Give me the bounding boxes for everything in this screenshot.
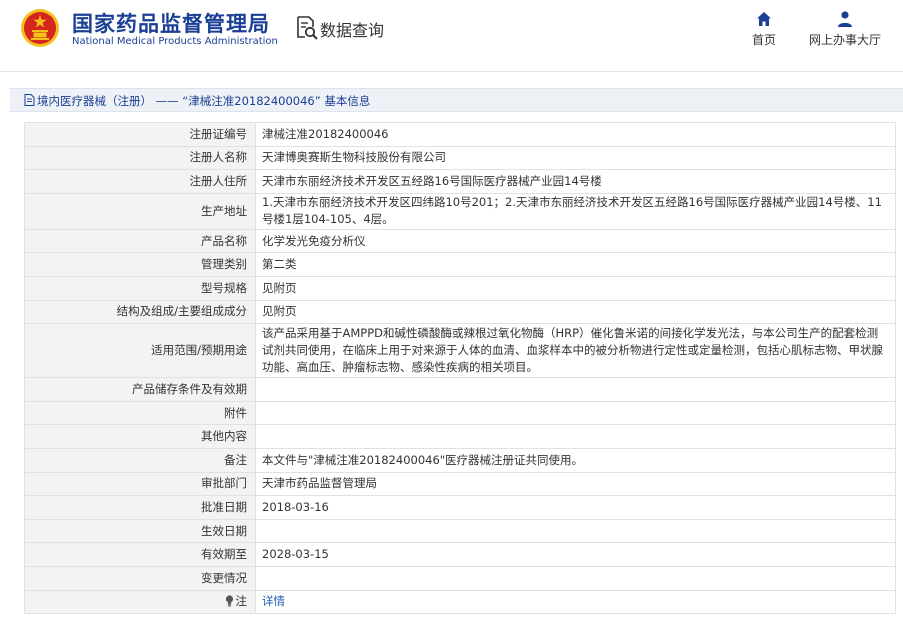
row-label: 生效日期 — [24, 518, 256, 544]
footnote-label-cell: 注 — [24, 589, 256, 615]
row-value: 2028-03-15 — [255, 542, 896, 567]
table-row: 注 详情 — [24, 589, 896, 615]
org-name-cn: 国家药品监督管理局 — [72, 12, 270, 36]
row-value: 1.天津市东丽经济技术开发区四纬路10号201；2.天津市东丽经济技术开发区五经… — [255, 192, 896, 230]
home-icon — [757, 12, 771, 26]
nav-online-service-hall[interactable]: 网上办事大厅 — [800, 10, 890, 48]
row-label: 注册证编号 — [24, 122, 256, 147]
row-value: 天津市药品监督管理局 — [255, 471, 896, 497]
data-query-label: 数据查询 — [320, 21, 385, 40]
row-label: 结构及组成/主要组成成分 — [24, 299, 256, 325]
row-value — [255, 377, 896, 402]
table-row: 注册证编号 津械注准20182400046 — [24, 122, 896, 147]
row-value: 化学发光免疫分析仪 — [255, 228, 896, 254]
footnote-label: 注 — [235, 594, 248, 609]
table-row: 注册人名称 天津博奥赛斯生物科技股份有限公司 — [24, 145, 896, 171]
nav-online-service-label: 网上办事大厅 — [808, 33, 881, 47]
table-row: 有效期至 2028-03-15 — [24, 542, 896, 567]
row-value: 该产品采用基于AMPPD和碱性磷酸酶或辣根过氧化物酶（HRP）催化鲁米诺的间接化… — [255, 323, 896, 379]
table-row: 产品储存条件及有效期 — [24, 377, 896, 402]
lightbulb-icon — [225, 595, 233, 607]
row-value — [255, 565, 896, 591]
row-label: 变更情况 — [24, 565, 256, 591]
header-divider — [0, 71, 903, 72]
row-label: 注册人住所 — [24, 169, 256, 194]
device-detail-table: 注册证编号 津械注准20182400046 注册人名称 天津博奥赛斯生物科技股份有限… — [24, 122, 896, 615]
nav-home[interactable]: 首页 — [744, 10, 784, 48]
row-label: 批准日期 — [24, 495, 256, 520]
search-document-icon — [297, 16, 318, 40]
row-label: 型号规格 — [24, 275, 256, 301]
table-row: 批准日期 2018-03-16 — [24, 495, 896, 520]
table-row: 附件 — [24, 400, 896, 426]
details-link[interactable]: 详情 — [262, 594, 285, 608]
table-row: 生效日期 — [24, 518, 896, 544]
row-label: 有效期至 — [24, 542, 256, 567]
table-row: 变更情况 — [24, 565, 896, 591]
row-label: 生产地址 — [24, 192, 256, 230]
table-row: 其他内容 — [24, 424, 896, 449]
national-emblem-icon — [21, 9, 59, 47]
row-value: 2018-03-16 — [255, 495, 896, 520]
table-row: 适用范围/预期用途 该产品采用基于AMPPD和碱性磷酸酶或辣根过氧化物酶（HRP）… — [24, 323, 896, 379]
row-value: 第二类 — [255, 252, 896, 277]
table-row: 备注 本文件与"津械注准20182400046"医疗器械注册证共同使用。 — [24, 447, 896, 473]
site-header: 国家药品监督管理局 National Medical Products Admi… — [0, 0, 903, 72]
document-icon — [24, 94, 35, 106]
nav-home-label: 首页 — [751, 33, 776, 47]
footnote-value-cell: 详情 — [255, 589, 896, 615]
row-value: 天津博奥赛斯生物科技股份有限公司 — [255, 145, 896, 171]
row-value — [255, 400, 896, 426]
row-label: 注册人名称 — [24, 145, 256, 171]
row-value: 见附页 — [255, 299, 896, 325]
breadcrumb: 境内医疗器械（注册） —— “津械注准20182400046” 基本信息 — [10, 88, 903, 112]
row-label: 产品名称 — [24, 228, 256, 254]
table-row: 生产地址 1.天津市东丽经济技术开发区四纬路10号201；2.天津市东丽经济技术开… — [24, 192, 896, 230]
table-row: 注册人住所 天津市东丽经济技术开发区五经路16号国际医疗器械产业园14号楼 — [24, 169, 896, 194]
row-value: 本文件与"津械注准20182400046"医疗器械注册证共同使用。 — [255, 447, 896, 473]
row-label: 审批部门 — [24, 471, 256, 497]
table-row: 型号规格 见附页 — [24, 275, 896, 301]
table-row: 结构及组成/主要组成成分 见附页 — [24, 299, 896, 325]
row-label: 备注 — [24, 447, 256, 473]
row-label: 适用范围/预期用途 — [24, 323, 256, 379]
row-value: 天津市东丽经济技术开发区五经路16号国际医疗器械产业园14号楼 — [255, 169, 896, 194]
row-label: 其他内容 — [24, 424, 256, 449]
breadcrumb-text: 境内医疗器械（注册） —— “津械注准20182400046” 基本信息 — [37, 94, 371, 108]
table-row: 审批部门 天津市药品监督管理局 — [24, 471, 896, 497]
org-name-en: National Medical Products Administration — [72, 36, 278, 47]
user-icon — [838, 11, 852, 27]
row-label: 产品储存条件及有效期 — [24, 377, 256, 402]
table-row: 产品名称 化学发光免疫分析仪 — [24, 228, 896, 254]
row-label: 附件 — [24, 400, 256, 426]
row-value — [255, 518, 896, 544]
row-label: 管理类别 — [24, 252, 256, 277]
row-value — [255, 424, 896, 449]
table-row: 管理类别 第二类 — [24, 252, 896, 277]
row-value: 津械注准20182400046 — [255, 122, 896, 147]
row-value: 见附页 — [255, 275, 896, 301]
